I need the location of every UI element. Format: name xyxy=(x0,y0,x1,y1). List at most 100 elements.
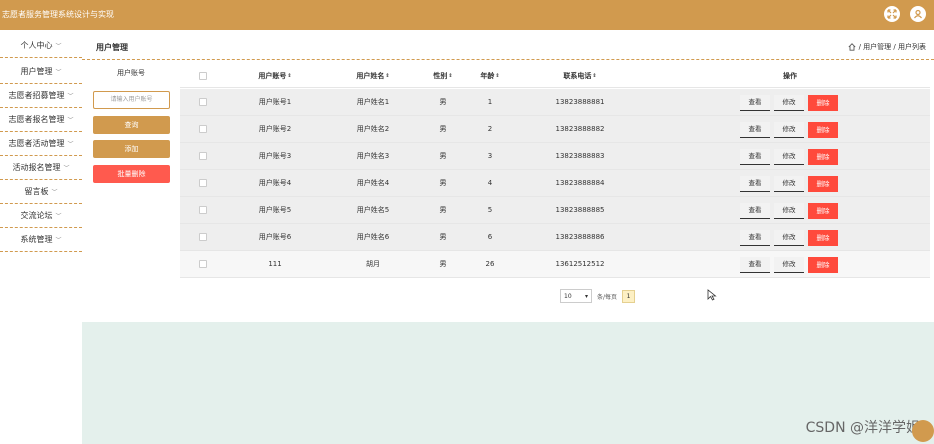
cell-gender: 男 xyxy=(439,206,447,214)
chevron-down-icon: ﹀ xyxy=(55,237,62,244)
cell-account: 用户账号4 xyxy=(258,179,292,187)
table-row: 用户账号4 用户姓名4 男 4 13823888884 查看 修改 删除 xyxy=(180,170,930,197)
edit-button[interactable]: 修改 xyxy=(774,149,804,165)
sidebar-item-volunteer-signup[interactable]: 志愿者报名管理 ﹀ xyxy=(0,108,82,132)
cell-age: 5 xyxy=(487,206,493,214)
sidebar: 个人中心 ﹀ 用户管理 ﹀ 志愿者招募管理 ﹀ 志愿者报名管理 ﹀ 志愿者活动管理 ﹀ 活… xyxy=(0,30,82,444)
sidebar-item-activity-signup[interactable]: 活动报名管理 ﹀ xyxy=(0,156,82,180)
column-header-account[interactable]: 用户账号 ⇕ xyxy=(240,64,310,87)
page-number-current[interactable]: 1 xyxy=(622,289,636,303)
column-header-name[interactable]: 用户姓名 ⇕ xyxy=(338,64,408,87)
cell-gender: 男 xyxy=(439,260,447,268)
user-avatar-icon[interactable] xyxy=(910,6,926,22)
cell-age: 6 xyxy=(487,233,493,241)
cell-age: 26 xyxy=(485,260,495,268)
cell-account: 用户账号3 xyxy=(258,152,292,160)
cell-gender: 男 xyxy=(439,152,447,160)
chevron-down-icon: ▾ xyxy=(584,292,588,300)
delete-button[interactable]: 删除 xyxy=(808,122,838,138)
chevron-down-icon: ﹀ xyxy=(63,165,70,172)
sidebar-item-system-management[interactable]: 系统管理 ﹀ xyxy=(0,228,82,252)
watermark: CSDN @洋洋学姐 xyxy=(805,420,920,436)
sidebar-item-personal-center[interactable]: 个人中心 ﹀ xyxy=(0,34,82,58)
delete-button[interactable]: 删除 xyxy=(808,149,838,165)
cell-account: 111 xyxy=(268,260,282,268)
floating-action-button[interactable] xyxy=(912,420,934,442)
column-header-age[interactable]: 年龄 ⇕ xyxy=(472,64,508,87)
edit-button[interactable]: 修改 xyxy=(774,257,804,273)
account-search-input[interactable]: 请输入用户账号 xyxy=(93,91,170,109)
cell-gender: 男 xyxy=(439,125,447,133)
delete-button[interactable]: 删除 xyxy=(808,230,838,246)
cell-phone: 13612512512 xyxy=(555,260,605,268)
breadcrumb-text: / 用户管理 / 用户列表 xyxy=(858,43,926,51)
cell-name: 胡月 xyxy=(366,260,380,268)
per-page-label: 条/每页 xyxy=(597,293,618,301)
cell-age: 3 xyxy=(487,152,493,160)
edit-button[interactable]: 修改 xyxy=(774,203,804,219)
sort-icon: ⇕ xyxy=(287,72,292,79)
row-checkbox[interactable] xyxy=(196,116,210,142)
add-button[interactable]: 添加 xyxy=(93,140,170,158)
row-checkbox[interactable] xyxy=(196,224,210,250)
chevron-down-icon: ﹀ xyxy=(67,117,74,124)
cell-account: 用户账号2 xyxy=(258,125,292,133)
column-header-gender[interactable]: 性别 ⇕ xyxy=(426,64,460,87)
chevron-down-icon: ﹀ xyxy=(67,93,74,100)
select-all-checkbox[interactable] xyxy=(196,64,210,87)
cell-name: 用户姓名6 xyxy=(356,233,390,241)
home-icon[interactable] xyxy=(848,43,856,51)
chevron-down-icon: ﹀ xyxy=(55,43,62,50)
cell-gender: 男 xyxy=(439,98,447,106)
chevron-down-icon: ﹀ xyxy=(51,189,58,196)
expand-icon[interactable] xyxy=(884,6,900,22)
view-button[interactable]: 查看 xyxy=(740,257,770,273)
content-header: 用户管理 / 用户管理 / 用户列表 xyxy=(82,34,934,60)
cell-account: 用户账号6 xyxy=(258,233,292,241)
sidebar-item-label: 留言板 xyxy=(24,187,49,196)
sidebar-item-user-management[interactable]: 用户管理 ﹀ xyxy=(0,60,82,84)
cell-phone: 13823888881 xyxy=(555,98,605,106)
row-checkbox[interactable] xyxy=(196,251,210,277)
sidebar-item-forum[interactable]: 交流论坛 ﹀ xyxy=(0,204,82,228)
sidebar-item-message-board[interactable]: 留言板 ﹀ xyxy=(0,180,82,204)
table-row: 111 胡月 男 26 13612512512 查看 修改 删除 xyxy=(180,251,930,278)
table-row: 用户账号6 用户姓名6 男 6 13823888886 查看 修改 删除 xyxy=(180,224,930,251)
top-bar: 志愿者服务管理系统设计与实现 xyxy=(0,0,934,30)
view-button[interactable]: 查看 xyxy=(740,230,770,246)
cell-name: 用户姓名2 xyxy=(356,125,390,133)
cell-phone: 13823888884 xyxy=(555,179,605,187)
view-button[interactable]: 查看 xyxy=(740,95,770,111)
edit-button[interactable]: 修改 xyxy=(774,95,804,111)
cell-age: 4 xyxy=(487,179,493,187)
delete-button[interactable]: 删除 xyxy=(808,176,838,192)
cell-age: 2 xyxy=(487,125,493,133)
chevron-down-icon: ﹀ xyxy=(55,69,62,76)
view-button[interactable]: 查看 xyxy=(740,122,770,138)
view-button[interactable]: 查看 xyxy=(740,149,770,165)
view-button[interactable]: 查看 xyxy=(740,203,770,219)
view-button[interactable]: 查看 xyxy=(740,176,770,192)
query-button[interactable]: 查询 xyxy=(93,116,170,134)
pagination: 10 ▾ 条/每页 1 xyxy=(560,289,636,303)
batch-delete-button[interactable]: 批量删除 xyxy=(93,165,170,183)
column-header-phone[interactable]: 联系电话 ⇕ xyxy=(540,64,620,87)
cell-phone: 13823888886 xyxy=(555,233,605,241)
page-size-select[interactable]: 10 ▾ xyxy=(560,289,592,303)
row-checkbox[interactable] xyxy=(196,197,210,223)
table-row: 用户账号3 用户姓名3 男 3 13823888883 查看 修改 删除 xyxy=(180,143,930,170)
delete-button[interactable]: 删除 xyxy=(808,95,838,111)
table-row: 用户账号5 用户姓名5 男 5 13823888885 查看 修改 删除 xyxy=(180,197,930,224)
row-checkbox[interactable] xyxy=(196,170,210,196)
sidebar-item-volunteer-recruit[interactable]: 志愿者招募管理 ﹀ xyxy=(0,84,82,108)
delete-button[interactable]: 删除 xyxy=(808,203,838,219)
sort-icon: ⇕ xyxy=(592,72,597,79)
edit-button[interactable]: 修改 xyxy=(774,122,804,138)
row-checkbox[interactable] xyxy=(196,89,210,115)
delete-button[interactable]: 删除 xyxy=(808,257,838,273)
edit-button[interactable]: 修改 xyxy=(774,176,804,192)
edit-button[interactable]: 修改 xyxy=(774,230,804,246)
sidebar-item-volunteer-activity[interactable]: 志愿者活动管理 ﹀ xyxy=(0,132,82,156)
sidebar-item-label: 个人中心 xyxy=(20,41,53,50)
row-checkbox[interactable] xyxy=(196,143,210,169)
